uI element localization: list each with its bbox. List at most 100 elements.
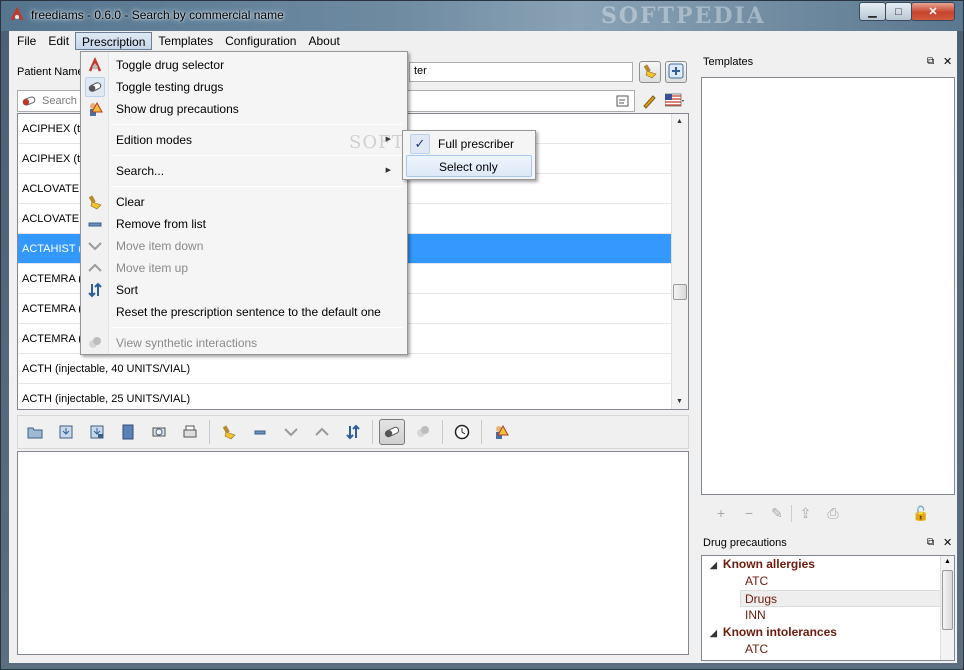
menu-bar: File Edit Prescription Templates Configu…	[9, 31, 957, 51]
move-up-icon[interactable]	[309, 419, 335, 445]
precautions-scrollbar[interactable]: ▲	[940, 556, 954, 660]
edition-modes-submenu: ✓ Full prescriber Select only	[402, 130, 536, 180]
interactions-icon[interactable]	[410, 419, 436, 445]
submenu-item-full-prescriber[interactable]: ✓ Full prescriber	[406, 133, 532, 155]
title-bar[interactable]: freediams - 0.6.0 - Search by commercial…	[1, 1, 963, 31]
tree-leaf[interactable]: INN	[702, 607, 954, 624]
menu-edit[interactable]: Edit	[42, 32, 75, 50]
freediams-app-icon[interactable]	[9, 6, 25, 23]
menu-item-view-synthetic-interactions[interactable]: View synthetic interactions	[83, 332, 405, 354]
interactions-icon	[87, 335, 103, 351]
remove-minus-icon[interactable]	[247, 419, 273, 445]
save-as-icon[interactable]	[84, 419, 110, 445]
broom-icon	[87, 194, 103, 210]
scroll-up-arrow[interactable]: ▲	[944, 558, 951, 565]
menu-item-clear[interactable]: Clear	[83, 191, 405, 213]
drug-list-scrollbar[interactable]: ▲ ▼	[671, 114, 688, 409]
sort-icon[interactable]	[340, 419, 366, 445]
templates-list[interactable]	[701, 77, 955, 495]
menu-templates[interactable]: Templates	[152, 32, 219, 50]
testing-drugs-toggle-icon[interactable]	[379, 419, 405, 445]
submenu-item-select-only[interactable]: Select only	[406, 155, 532, 177]
precautions-dock-title: Drug precautions	[703, 537, 787, 549]
expand-arrow-icon[interactable]: ◢	[710, 628, 717, 638]
menu-item-sort[interactable]: Sort	[83, 279, 405, 301]
remove-template-icon[interactable]: −	[735, 505, 763, 521]
expand-arrow-icon[interactable]: ◢	[710, 560, 717, 570]
lock-icon[interactable]: 🔓	[907, 505, 935, 522]
tree-label: ATC	[745, 642, 769, 656]
checkmark-icon: ✓	[410, 134, 430, 154]
scroll-down-arrow[interactable]: ▼	[676, 398, 683, 405]
tree-leaf[interactable]: Drugs	[740, 590, 944, 607]
templates-toolbar: + − ✎ ⇪ ⎙ 🔓	[701, 499, 955, 527]
sort-icon	[87, 282, 103, 298]
minus-icon	[87, 216, 103, 232]
dock-close-icon[interactable]: ✕	[943, 55, 952, 68]
toolbar-separator	[442, 420, 443, 444]
main-window: File Edit Prescription Templates Configu…	[9, 31, 957, 663]
menu-item-toggle-testing-drugs[interactable]: Toggle testing drugs	[83, 76, 405, 98]
scroll-thumb[interactable]	[673, 284, 687, 300]
print-preview-icon[interactable]	[146, 419, 172, 445]
move-down-icon[interactable]	[278, 419, 304, 445]
tree-leaf[interactable]: ATC	[702, 641, 954, 658]
menu-item-move-item-up[interactable]: Move item up	[83, 257, 405, 279]
clear-patient-button[interactable]	[639, 61, 661, 83]
plus-icon	[668, 63, 684, 82]
clear-broom-icon[interactable]	[216, 419, 242, 445]
tree-category[interactable]: ◢ Known intolerances	[702, 624, 954, 641]
add-template-icon[interactable]: +	[707, 505, 735, 521]
patient-name-input[interactable]: ter	[409, 62, 633, 82]
close-button[interactable]: ✕	[911, 2, 955, 21]
precautions-icon	[87, 101, 103, 117]
menu-file[interactable]: File	[11, 32, 42, 50]
scroll-thumb[interactable]	[942, 570, 953, 630]
toolbar-separator	[209, 420, 210, 444]
prescription-menu: Toggle drug selector Toggle testing drug…	[80, 51, 408, 355]
dock-float-icon[interactable]: ⧉	[927, 537, 934, 548]
maximize-button[interactable]: □	[885, 2, 912, 21]
toolbar-separator	[372, 420, 373, 444]
dock-close-icon[interactable]: ✕	[943, 536, 952, 549]
book-icon[interactable]	[115, 419, 141, 445]
menu-prescription[interactable]: Prescription	[75, 32, 153, 50]
prescription-area[interactable]	[17, 451, 689, 655]
minimize-button[interactable]: ▁	[859, 2, 886, 21]
dock-float-icon[interactable]: ⧉	[927, 56, 934, 67]
drug-selector-icon	[87, 57, 103, 73]
precautions-tree: ▲ ◢ Known allergies ATC Drugs INN ◢ Known into…	[701, 555, 955, 661]
print-icon[interactable]	[177, 419, 203, 445]
pencil-icon[interactable]	[641, 93, 657, 112]
print-template-icon[interactable]: ⎙	[819, 505, 847, 522]
scroll-up-arrow[interactable]: ▲	[676, 118, 683, 125]
menu-item-reset-prescription-sentence[interactable]: Reset the prescription sentence to the d…	[83, 301, 405, 323]
save-icon[interactable]	[53, 419, 79, 445]
precautions-icon[interactable]	[488, 419, 514, 445]
menu-configuration[interactable]: Configuration	[219, 32, 302, 50]
drug-list-item[interactable]: ACTH (injectable, 40 UNITS/VIAL)	[18, 354, 688, 384]
drug-list-item[interactable]: ACTH (injectable, 25 UNITS/VIAL)	[18, 384, 688, 409]
clock-icon[interactable]	[449, 419, 475, 445]
toolbar-separator	[481, 420, 482, 444]
add-patient-info-button[interactable]	[665, 61, 687, 83]
tree-leaf[interactable]: ATC	[702, 573, 954, 590]
menu-item-show-drug-precautions[interactable]: Show drug precautions	[83, 98, 405, 120]
tree-label: ATC	[745, 574, 769, 588]
menu-item-move-item-down[interactable]: Move item down	[83, 235, 405, 257]
us-flag-icon[interactable]	[664, 93, 685, 112]
open-icon[interactable]	[22, 419, 48, 445]
menu-about[interactable]: About	[302, 32, 345, 50]
chevron-up-icon	[87, 260, 103, 276]
tree-label: Known allergies	[722, 557, 815, 571]
tree-label: INN	[745, 608, 766, 622]
menu-item-toggle-drug-selector[interactable]: Toggle drug selector	[83, 54, 405, 76]
menu-item-search[interactable]: Search... ▶	[83, 160, 405, 182]
save-template-icon[interactable]: ⇪	[791, 504, 819, 522]
tree-category[interactable]: ◢ Known allergies	[702, 556, 954, 573]
tree-label: Known intolerances	[722, 625, 837, 639]
menu-item-remove-from-list[interactable]: Remove from list	[83, 213, 405, 235]
edit-note-icon[interactable]	[616, 94, 630, 111]
edit-template-icon[interactable]: ✎	[763, 505, 791, 522]
submenu-arrow-icon: ▶	[385, 167, 391, 174]
